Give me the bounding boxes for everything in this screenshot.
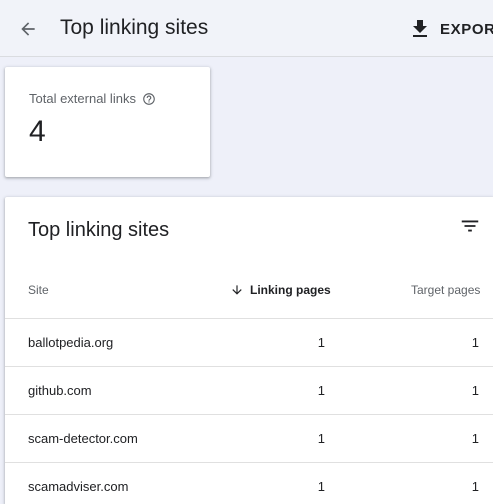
page-title: Top linking sites [60, 16, 209, 39]
row-site: ballotpedia.org [28, 335, 114, 350]
arrow-down-icon [232, 285, 242, 295]
top-linking-sites-table: Top linking sites Site Linking pages Tar… [5, 197, 493, 504]
table-row[interactable]: ballotpedia.org 1 1 [5, 318, 493, 366]
arrow-back-icon [21, 22, 35, 36]
row-linking-pages: 1 [317, 431, 325, 446]
export-label: EXPORT [440, 20, 493, 38]
row-site: github.com [28, 383, 92, 398]
table-row[interactable]: scamadviser.com 1 1 [5, 462, 493, 504]
row-target-pages: 1 [471, 431, 479, 446]
row-linking-pages: 1 [317, 335, 325, 350]
column-header-target-pages[interactable]: Target pages [411, 283, 480, 297]
back-button[interactable] [14, 15, 42, 43]
summary-value: 4 [29, 115, 46, 148]
row-target-pages: 1 [471, 383, 479, 398]
row-linking-pages: 1 [317, 479, 325, 494]
row-site: scamadviser.com [28, 479, 129, 494]
column-header-linking-pages[interactable]: Linking pages [230, 283, 331, 297]
filter-icon [461, 220, 479, 232]
table-title: Top linking sites [28, 219, 170, 241]
export-button[interactable]: EXPORT [408, 17, 493, 41]
total-external-links-card: Total external links 4 [5, 67, 210, 177]
row-target-pages: 1 [471, 335, 479, 350]
row-linking-pages: 1 [317, 383, 325, 398]
summary-label-row: Total external links [29, 91, 156, 106]
column-header-site[interactable]: Site [28, 283, 49, 297]
table-row[interactable]: scam-detector.com 1 1 [5, 414, 493, 462]
row-site: scam-detector.com [28, 431, 138, 446]
help-circle-icon[interactable] [142, 92, 156, 106]
column-header-linking-pages-label: Linking pages [250, 283, 331, 297]
filter-button[interactable] [457, 215, 483, 237]
table-row[interactable]: github.com 1 1 [5, 366, 493, 414]
top-bar: Top linking sites EXPORT [0, 0, 493, 57]
summary-label: Total external links [29, 91, 136, 106]
download-icon [413, 20, 427, 37]
row-target-pages: 1 [471, 479, 479, 494]
